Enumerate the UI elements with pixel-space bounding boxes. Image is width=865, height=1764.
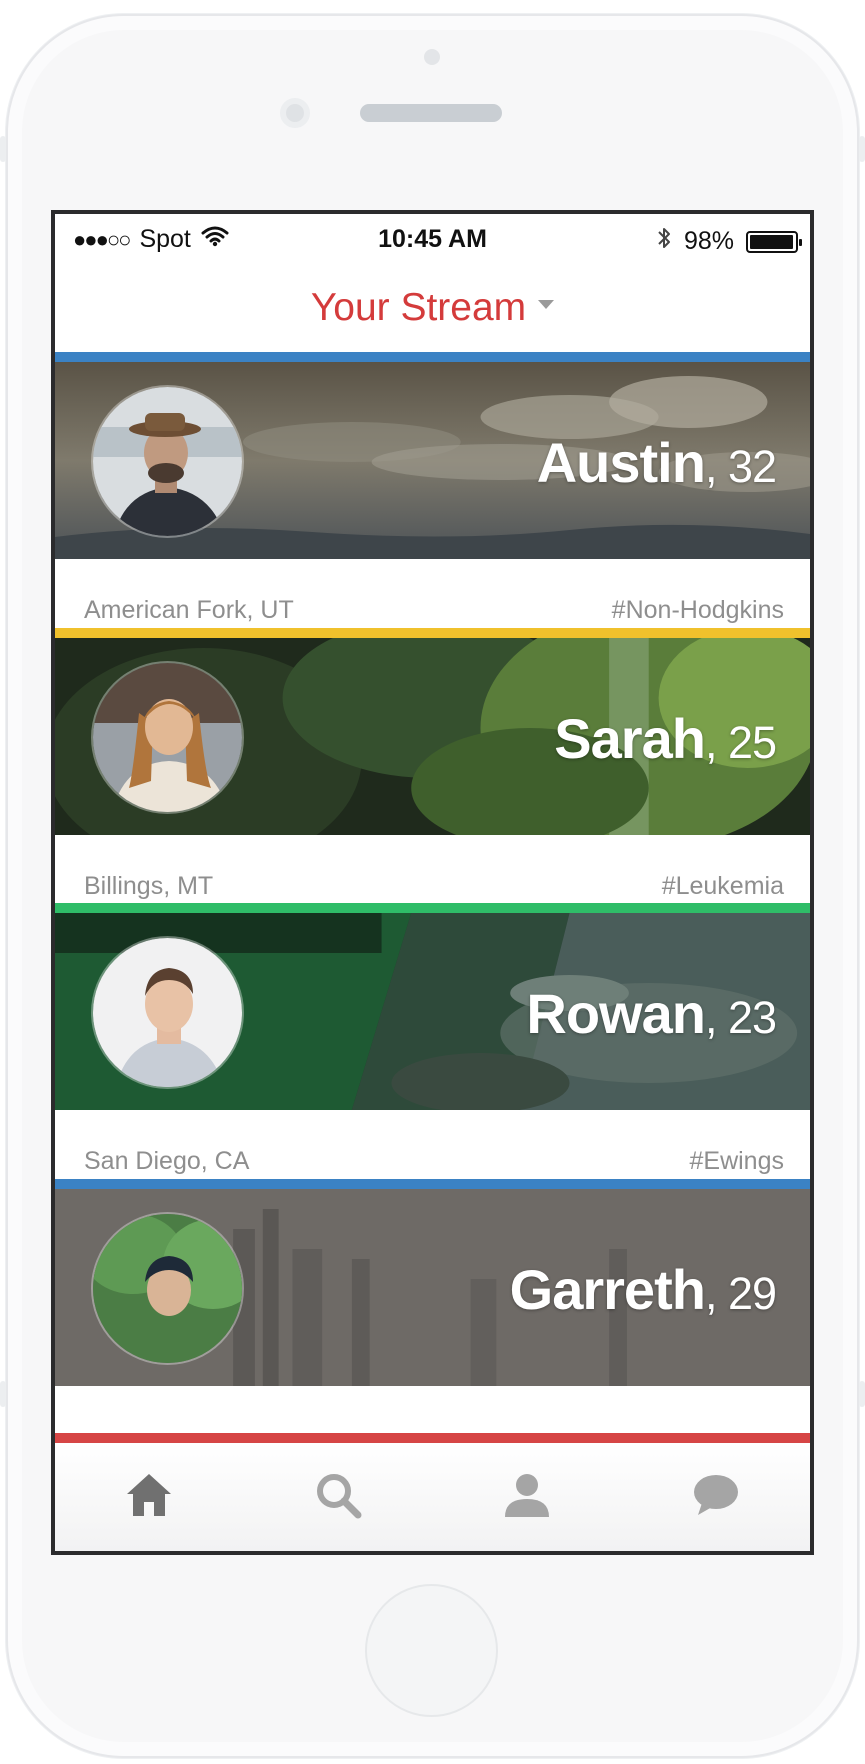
age-text: , 29 (704, 1268, 777, 1319)
tab-search[interactable] (298, 1457, 378, 1537)
chat-icon (692, 1473, 740, 1522)
phone-screen: ●●●○○ Spot 10:45 AM 98% Your Stream Aust… (51, 210, 814, 1555)
card-banner-image: Garreth, 29 (55, 1189, 810, 1386)
search-icon (314, 1471, 362, 1524)
side-button (859, 1381, 865, 1407)
sensor-dot (424, 49, 440, 65)
battery-icon (746, 230, 802, 253)
stream-selector[interactable]: Your Stream (310, 286, 555, 330)
status-bar: ●●●○○ Spot 10:45 AM 98% (55, 214, 810, 264)
diagnosis-tag[interactable]: #Ewings (690, 1147, 785, 1176)
person-name: Sarah, 25 (554, 706, 777, 771)
battery-level (750, 234, 794, 249)
home-icon (125, 1472, 173, 1523)
person-name: Rowan, 23 (526, 981, 777, 1046)
card-stripe (55, 903, 810, 913)
tab-messages[interactable] (676, 1457, 756, 1537)
name-text: Garreth (509, 1258, 706, 1321)
name-text: Sarah (554, 707, 706, 770)
front-camera (280, 98, 310, 128)
person-name: Garreth, 29 (509, 1257, 777, 1322)
stream-card[interactable]: Sarah, 25 Billings, MT #Leukemia (55, 628, 810, 936)
profile-icon (503, 1471, 551, 1524)
page-title: Your Stream (310, 286, 527, 329)
tab-bar (55, 1433, 810, 1551)
card-banner-image: Rowan, 23 (55, 913, 810, 1110)
name-text: Austin (536, 431, 706, 494)
location-text: American Fork, UT (84, 596, 294, 624)
nav-header: Your Stream (55, 264, 810, 352)
status-right: 98% (656, 225, 802, 258)
age-text: , 25 (704, 717, 777, 768)
person-name: Austin, 32 (536, 430, 777, 495)
card-stripe (55, 352, 810, 362)
avatar (91, 385, 244, 538)
tab-home[interactable] (109, 1457, 189, 1537)
avatar (91, 661, 244, 814)
battery-percent: 98% (683, 227, 734, 255)
age-text: , 23 (704, 992, 777, 1043)
card-stripe (55, 1179, 810, 1189)
location-text: San Diego, CA (84, 1147, 250, 1175)
side-button (859, 136, 865, 162)
tab-profile[interactable] (487, 1457, 567, 1537)
stream-card[interactable]: Rowan, 23 San Diego, CA #Ewings (55, 903, 810, 1211)
stream-card[interactable]: Austin, 32 American Fork, UT #Non-Hodgki… (55, 352, 810, 660)
card-banner-image: Austin, 32 (55, 362, 810, 559)
name-text: Rowan (526, 982, 706, 1045)
location-text: Billings, MT (84, 872, 214, 900)
card-stripe (55, 628, 810, 638)
card-banner-image: Sarah, 25 (55, 638, 810, 835)
avatar (91, 936, 244, 1089)
avatar (91, 1212, 244, 1365)
diagnosis-tag[interactable]: #Leukemia (662, 872, 784, 901)
bluetooth-icon (656, 225, 672, 258)
earpiece-speaker (360, 104, 502, 122)
side-button (0, 1381, 6, 1407)
home-button[interactable] (365, 1584, 498, 1717)
caret-down-icon (538, 299, 555, 309)
side-button (0, 136, 6, 162)
diagnosis-tag[interactable]: #Non-Hodgkins (612, 596, 784, 625)
age-text: , 32 (704, 441, 777, 492)
